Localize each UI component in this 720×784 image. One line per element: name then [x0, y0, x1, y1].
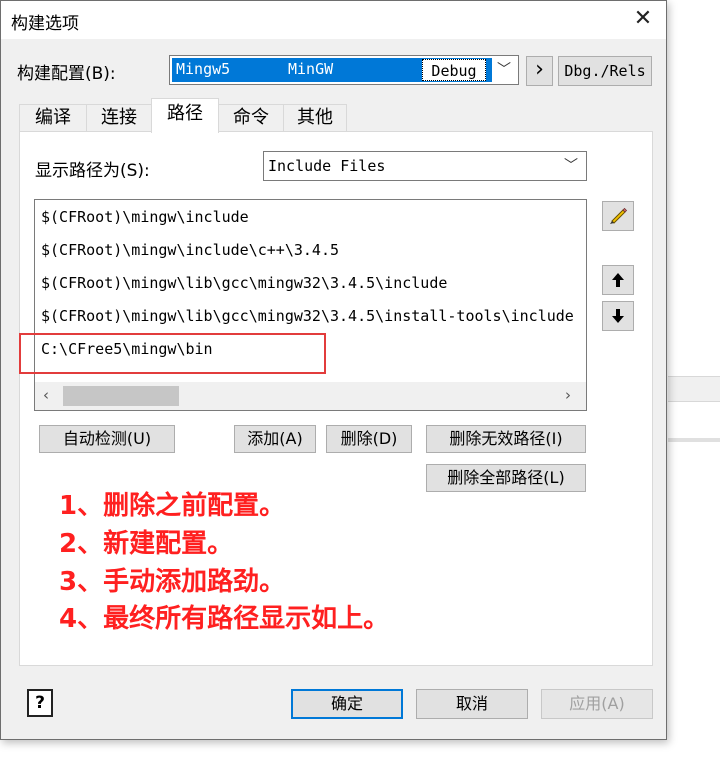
- list-item[interactable]: $(CFRoot)\mingw\lib\gcc\mingw32\3.4.5\in…: [41, 307, 574, 325]
- scrollbar-thumb[interactable]: [63, 386, 179, 406]
- arrow-up-icon: [612, 273, 624, 287]
- move-up-button[interactable]: [602, 265, 634, 295]
- list-item[interactable]: $(CFRoot)\mingw\include\c++\3.4.5: [41, 241, 339, 259]
- window-title: 构建选项: [11, 14, 79, 34]
- help-icon[interactable]: ?: [27, 689, 53, 717]
- background-window-strip: [668, 376, 720, 402]
- note-step-4: 4、最终所有路径显示如上。: [59, 604, 390, 634]
- build-options-dialog: 构建选项 ✕ 构建配置(B): Mingw5 MinGW Debug ﹀ › D…: [0, 0, 667, 740]
- cancel-button[interactable]: 取消: [416, 689, 528, 719]
- highlight-annotation-box: [19, 333, 326, 374]
- path-list[interactable]: $(CFRoot)\mingw\include $(CFRoot)\mingw\…: [34, 199, 587, 411]
- move-down-button[interactable]: [602, 301, 634, 331]
- tab-other[interactable]: 其他: [283, 104, 347, 132]
- horizontal-scrollbar[interactable]: ‹ ›: [35, 382, 586, 410]
- note-step-3: 3、手动添加路劲。: [59, 567, 286, 597]
- selected-config-highlight: Mingw5 MinGW Debug: [172, 58, 492, 82]
- pencil-icon: [610, 207, 628, 224]
- list-item[interactable]: $(CFRoot)\mingw\include: [41, 208, 249, 226]
- scroll-right-icon[interactable]: ›: [565, 386, 571, 404]
- delete-invalid-paths-button[interactable]: 删除无效路径(I): [426, 425, 586, 453]
- chevron-down-icon[interactable]: ﹀: [497, 59, 511, 79]
- build-config-label: 构建配置(B):: [17, 64, 116, 84]
- apply-button: 应用(A): [541, 689, 653, 719]
- tab-paths[interactable]: 路径: [151, 98, 219, 133]
- list-item[interactable]: $(CFRoot)\mingw\lib\gcc\mingw32\3.4.5\in…: [41, 274, 447, 292]
- tab-link[interactable]: 连接: [86, 104, 152, 132]
- add-button[interactable]: 添加(A): [234, 425, 316, 453]
- path-type-select[interactable]: Include Files ﹀: [263, 151, 587, 181]
- tab-commands[interactable]: 命令: [218, 104, 284, 132]
- scroll-left-icon[interactable]: ‹: [43, 386, 49, 404]
- delete-button[interactable]: 删除(D): [326, 425, 412, 453]
- delete-all-paths-button[interactable]: 删除全部路径(L): [426, 464, 586, 492]
- tab-strip: 编译 连接 路径 命令 其他: [19, 98, 637, 133]
- dbg-rels-button[interactable]: Dbg./Rels: [558, 56, 652, 86]
- edit-path-button[interactable]: [602, 201, 634, 231]
- next-config-button[interactable]: ›: [526, 56, 553, 86]
- background-window-line: [668, 438, 720, 442]
- chevron-down-icon: ﹀: [564, 158, 578, 174]
- tab-compile[interactable]: 编译: [19, 104, 87, 132]
- config-name: Mingw5: [176, 60, 231, 78]
- auto-detect-button[interactable]: 自动检测(U): [39, 425, 175, 453]
- config-compiler: MinGW: [288, 60, 334, 78]
- note-step-2: 2、新建配置。: [59, 529, 234, 559]
- config-mode: Debug: [422, 59, 486, 81]
- note-step-1: 1、删除之前配置。: [59, 491, 286, 521]
- title-bar: 构建选项 ✕: [1, 1, 666, 39]
- show-path-label: 显示路径为(S):: [35, 161, 150, 181]
- build-config-combo[interactable]: Mingw5 MinGW Debug ﹀: [169, 55, 519, 85]
- ok-button[interactable]: 确定: [291, 689, 403, 719]
- path-type-value: Include Files: [268, 157, 386, 175]
- close-icon[interactable]: ✕: [629, 5, 657, 33]
- arrow-down-icon: [612, 309, 624, 323]
